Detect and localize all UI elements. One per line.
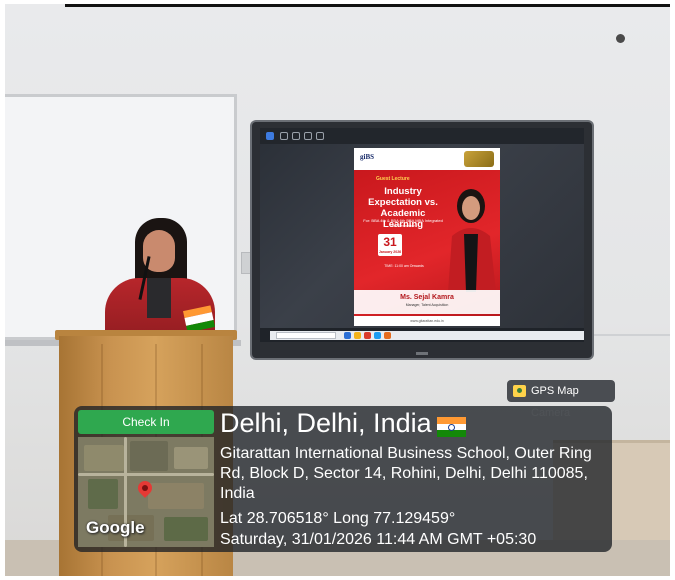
- location-address: Gitarattan International Business School…: [220, 445, 592, 502]
- wall-socket: [241, 252, 251, 274]
- check-in-button[interactable]: Check In: [78, 410, 214, 434]
- poster-date-month: January 2026: [378, 250, 402, 254]
- poster-speaker-role: Manager, Talent Acquisition: [405, 303, 449, 307]
- map-block: [174, 447, 208, 469]
- smart-tv: giBS Guest Lecture Industry Expectation …: [252, 122, 592, 358]
- map-road: [78, 473, 214, 476]
- google-logo: Google: [86, 518, 145, 537]
- select-tool-icon: [266, 132, 274, 140]
- capture-datetime: Saturday, 31/01/2026 11:44 AM GMT +05:30: [220, 531, 537, 548]
- map-block: [148, 483, 204, 509]
- edge-icon: [344, 332, 351, 339]
- pen-tool-icon: [280, 132, 288, 140]
- poster-accreditation-logo: [464, 151, 494, 167]
- windows-taskbar: [270, 331, 584, 340]
- poster-footer: www.gitarattan.edu.in: [354, 316, 500, 326]
- location-city: Delhi, Delhi, India: [220, 408, 432, 438]
- taskbar-search-box: [276, 332, 336, 339]
- map-block: [88, 479, 118, 509]
- undo-tool-icon: [316, 132, 324, 140]
- presenter-shirt: [147, 278, 171, 318]
- viewer-bottom-bar: [260, 328, 584, 342]
- poster-org-logo: giBS: [360, 153, 375, 161]
- lecture-poster: giBS Guest Lecture Industry Expectation …: [354, 148, 500, 326]
- gps-camera-icon: [513, 385, 526, 397]
- folder-icon: [354, 332, 361, 339]
- tv-brand-logo: [416, 352, 428, 355]
- poster-time: TIME: 11:00 am Onwards: [384, 264, 424, 268]
- poster-date-badge: 31 January 2026: [378, 234, 402, 256]
- powerpoint-icon: [384, 332, 391, 339]
- poster-kicker: Guest Lecture: [376, 176, 410, 182]
- wall-sensor: [616, 34, 625, 43]
- map-block: [130, 441, 168, 471]
- poster-speaker-name: Ms. Sejal Kamra: [400, 294, 454, 301]
- poster-speaker-photo: [448, 189, 496, 292]
- flag-chakra: [448, 424, 455, 431]
- eraser-tool-icon: [292, 132, 300, 140]
- india-flag-icon: [437, 417, 466, 437]
- presenter: [99, 216, 221, 346]
- shape-tool-icon: [304, 132, 312, 140]
- location-coordinates: Lat 28.706518° Long 77.129459°: [220, 510, 456, 527]
- tv-screen: giBS Guest Lecture Industry Expectation …: [260, 128, 584, 342]
- gps-map-camera-badge: GPS Map Camera: [507, 380, 615, 419]
- viewer-toolbar: [260, 128, 584, 144]
- poster-header: giBS: [354, 148, 500, 170]
- app-icon: [364, 332, 371, 339]
- store-icon: [374, 332, 381, 339]
- poster-audience: For: BBA 4th & BBA 6th BBA MBA Integrate…: [363, 218, 443, 228]
- map-block: [84, 445, 124, 471]
- poster-date-day: 31: [383, 235, 397, 249]
- top-border-line: [65, 4, 670, 7]
- map-block: [164, 517, 208, 541]
- wall-panel: [591, 124, 670, 336]
